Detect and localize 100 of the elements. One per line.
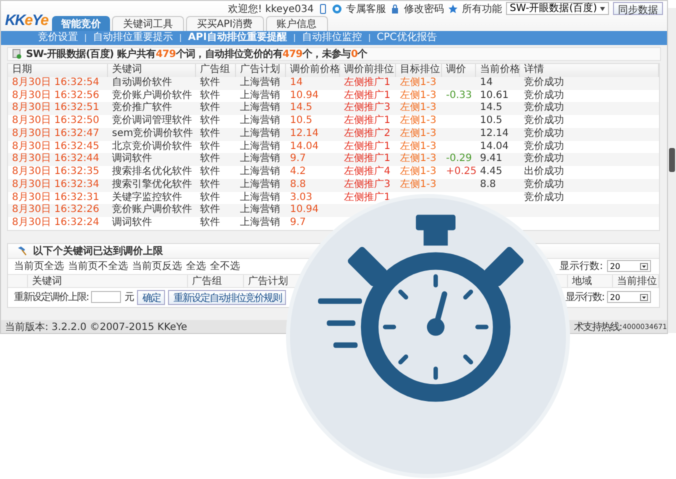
table-cell-text: 8.8 xyxy=(289,178,307,192)
table-cell-text: 左侧1-3 xyxy=(399,115,438,128)
table-cell-text: 8月30日 16:32:50 xyxy=(11,115,100,128)
table-cell-text: 左侧推广1 xyxy=(343,90,392,102)
table-cell-text: 8月30日 16:32:51 xyxy=(11,102,100,115)
features-link[interactable]: 所有功能 xyxy=(462,2,502,16)
unit-label: 元 xyxy=(124,291,134,304)
table-cell-text: 左侧推广2 xyxy=(343,128,392,140)
table-cell-text: 左侧推广1 xyxy=(343,115,392,128)
rows-label: 显示行数: xyxy=(560,260,603,274)
table-cell-text: 左侧1-3 xyxy=(399,140,438,153)
table-cell-text: 软件 xyxy=(199,115,221,128)
table-cell-text: 8月30日 16:32:54 xyxy=(11,76,100,90)
table-cell-text: 上海营销 xyxy=(239,217,281,230)
table-cell-text: 关键字监控软件 xyxy=(111,192,183,204)
table-cell-text: 竞价成功 xyxy=(523,140,565,152)
table-cell-text: 14 xyxy=(479,76,494,90)
panel-title: 以下个关键词已达到调价上限 xyxy=(33,244,163,258)
table-cell-text: 竞价成功 xyxy=(523,90,565,102)
welcome-text: 欢迎您! kkeye034 xyxy=(228,2,314,16)
table-cell-text: 8.8 xyxy=(479,178,497,192)
summary-text: SW-开眼数据(百度) 账户共有479个词，自动排位竞价的有479个，未参与0个 xyxy=(26,47,368,61)
table-cell-text: 上海营销 xyxy=(239,192,281,204)
column-header: 关键词 xyxy=(28,274,188,288)
table-cell-text: 竞价调词管理软件 xyxy=(111,115,193,128)
table-cell-text: 8月30日 16:32:45 xyxy=(11,140,100,153)
hotline-label: 术支持热线: xyxy=(574,320,622,334)
column-header: 广告组 xyxy=(188,274,244,288)
table-cell-text: 左侧推广3 xyxy=(343,102,392,114)
table-cell-text: 8月30日 16:32:31 xyxy=(11,192,100,204)
table-cell-text: 左侧推广1 xyxy=(343,140,392,152)
logo: KKeYe xyxy=(5,12,48,29)
table-cell-text: 14.5 xyxy=(479,102,504,115)
table-cell-text: 自动调价软件 xyxy=(111,76,173,90)
table-cell-text: 上海营销 xyxy=(239,102,281,114)
table-cell-text: 14.04 xyxy=(289,140,320,154)
table-cell-text: 软件 xyxy=(199,217,221,230)
password-link[interactable]: 修改密码 xyxy=(404,2,444,16)
table-cell-text: 左侧推广3 xyxy=(343,178,392,192)
table-cell-text: 调词软件 xyxy=(111,217,153,230)
table-cell-text: 8月30日 16:32:35 xyxy=(11,166,100,179)
table-cell-text: 上海营销 xyxy=(239,115,281,128)
table-cell-text: 竞价账户调价软件 xyxy=(111,204,193,217)
chat-icon xyxy=(332,4,342,14)
caret-icon xyxy=(640,294,648,301)
table-cell-text: 左侧1-3 xyxy=(399,76,438,90)
nav-tab[interactable]: 买买API消费 xyxy=(186,16,264,31)
selection-link[interactable]: 当前页不全选 xyxy=(68,259,128,274)
table-cell-text: 左侧1-3 xyxy=(399,153,438,166)
account-dropdown[interactable]: SW-开眼数据(百度) xyxy=(506,2,609,15)
table-cell-text: 竞价推广软件 xyxy=(111,102,173,114)
confirm-button[interactable]: 确定 xyxy=(137,290,166,305)
table-cell-text: 9.41 xyxy=(479,153,504,166)
table-cell-text: 8月30日 16:32:34 xyxy=(11,178,100,192)
table-cell-text: 9.7 xyxy=(289,217,307,230)
table-cell-text: 左侧推广1 xyxy=(343,192,392,204)
selection-link[interactable]: 全选 xyxy=(186,259,206,274)
table-cell-text: 软件 xyxy=(199,140,221,153)
table-cell-text: 软件 xyxy=(199,204,221,217)
table-cell-text: 软件 xyxy=(199,153,221,166)
table-cell-text: 左侧1-3 xyxy=(399,102,438,115)
table-cell-text: 10.5 xyxy=(289,115,314,128)
table-cell-text: 软件 xyxy=(199,178,221,192)
scrollbar[interactable] xyxy=(668,8,676,333)
table-cell-text: 竞价成功 xyxy=(523,76,565,90)
reset-rule-button[interactable]: 重新设定自动排位竞价规则 xyxy=(168,290,286,305)
sync-button[interactable]: 同步数据 xyxy=(613,2,663,15)
caret-icon xyxy=(600,6,605,10)
column-header: 当前排位 xyxy=(613,274,659,288)
table-cell-text: 14.04 xyxy=(479,140,510,154)
table-cell-text: 竞价账户调价软件 xyxy=(111,90,193,102)
table-cell-text: 软件 xyxy=(199,166,221,179)
caret-icon xyxy=(640,262,648,270)
table-cell-text: 上海营销 xyxy=(239,178,281,192)
selection-link[interactable]: 全不选 xyxy=(210,259,240,274)
lock-icon xyxy=(390,4,400,14)
rows-dropdown[interactable]: 20 xyxy=(607,291,651,304)
table-cell-text: 上海营销 xyxy=(239,140,281,152)
nav-tab[interactable]: 智能竞价 xyxy=(52,16,110,31)
table-cell-text: 左侧推广1 xyxy=(343,76,392,90)
table-cell-text: 软件 xyxy=(199,76,221,90)
table-cell-text: 上海营销 xyxy=(239,128,281,140)
table-cell-text: 竞价成功 xyxy=(523,115,565,128)
limit-label: 重新设定调价上限: xyxy=(14,290,88,304)
table-cell-text: -0.33 xyxy=(445,90,473,102)
selection-link[interactable]: 当前页反选 xyxy=(132,259,182,274)
table-cell-text: 左侧1-3 xyxy=(399,90,438,102)
service-link[interactable]: 专属客服 xyxy=(346,2,386,16)
nav-tab[interactable]: 账户信息 xyxy=(266,16,328,31)
table-cell-text: 8月30日 16:32:26 xyxy=(11,204,100,217)
limit-input[interactable] xyxy=(91,291,122,304)
table-cell-text: 左侧推广4 xyxy=(343,166,392,178)
table-cell-text: 14.5 xyxy=(289,102,314,115)
scroll-thumb[interactable] xyxy=(669,148,675,172)
table-cell-text: 竞价成功 xyxy=(523,178,565,192)
nav-tab[interactable]: 关键词工具 xyxy=(112,16,184,31)
rows-dropdown[interactable]: 20 xyxy=(607,260,651,272)
table-cell-text: 左侧1-3 xyxy=(399,128,438,140)
selection-link[interactable]: 当前页全选 xyxy=(14,259,64,274)
table-cell-text: 8月30日 16:32:56 xyxy=(11,90,100,102)
